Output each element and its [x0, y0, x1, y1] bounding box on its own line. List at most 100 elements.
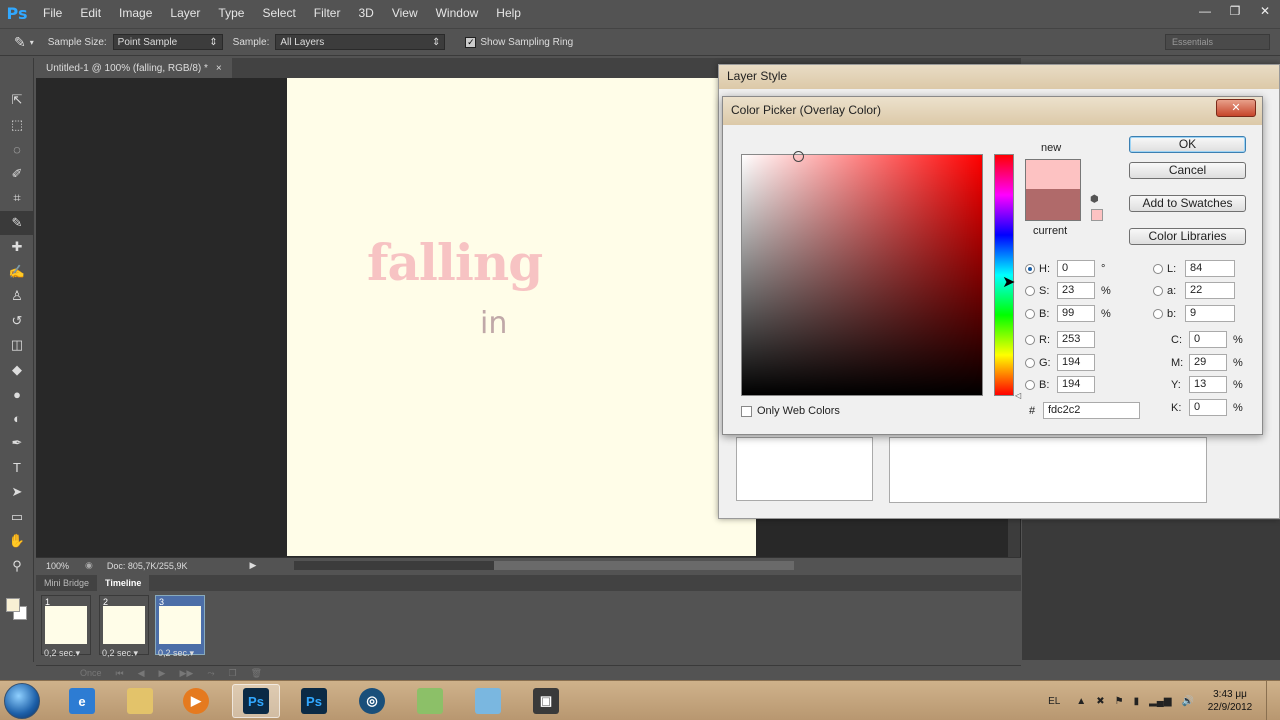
- frame-delay[interactable]: 0,2 sec.▾: [44, 648, 80, 659]
- blur-tool-icon[interactable]: ●: [0, 382, 34, 407]
- clock[interactable]: 3:43 μμ 22/9/2012: [1200, 688, 1260, 714]
- cancel-button[interactable]: Cancel: [1129, 162, 1246, 179]
- pen-tool-icon[interactable]: ✒: [0, 431, 34, 456]
- saturation-radio[interactable]: [1025, 285, 1035, 296]
- shape-tool-icon[interactable]: ▭: [0, 505, 34, 530]
- web-safe-color-swatch[interactable]: [1091, 209, 1103, 221]
- only-web-colors-checkbox[interactable]: [741, 405, 752, 417]
- menu-file[interactable]: File: [34, 6, 71, 20]
- lab-l-radio[interactable]: [1153, 263, 1163, 274]
- history-brush-tool-icon[interactable]: ↺: [0, 309, 34, 334]
- first-frame-icon[interactable]: ⏮: [116, 668, 124, 679]
- saturation-input[interactable]: 23: [1057, 282, 1095, 299]
- blue-input[interactable]: 194: [1057, 376, 1095, 393]
- color-libraries-button[interactable]: Color Libraries: [1129, 228, 1246, 245]
- close-button[interactable]: ✕: [1250, 0, 1280, 22]
- taskbar-app-globe[interactable]: ◎: [348, 684, 396, 718]
- show-desktop-button[interactable]: [1266, 681, 1280, 720]
- cyan-input[interactable]: 0: [1189, 331, 1227, 348]
- black-input[interactable]: 0: [1189, 399, 1227, 416]
- taskbar-app-blue[interactable]: [464, 684, 512, 718]
- foreground-color-swatch[interactable]: [6, 598, 20, 612]
- brightness-input[interactable]: 99: [1057, 305, 1095, 322]
- menu-type[interactable]: Type: [209, 6, 253, 20]
- menu-image[interactable]: Image: [110, 6, 161, 20]
- frame-delay[interactable]: 0,2 sec.▾: [102, 648, 138, 659]
- clone-stamp-tool-icon[interactable]: ♙: [0, 284, 34, 309]
- red-radio[interactable]: [1025, 334, 1035, 345]
- taskbar-ie[interactable]: e: [58, 684, 106, 718]
- document-canvas[interactable]: falling in: [287, 78, 756, 556]
- document-tab[interactable]: Untitled-1 @ 100% (falling, RGB/8) * ×: [36, 58, 232, 78]
- marquee-tool-icon[interactable]: ⬚: [0, 113, 34, 138]
- lab-l-input[interactable]: 84: [1185, 260, 1235, 277]
- network-icon[interactable]: ✖: [1096, 696, 1104, 707]
- taskbar-photoshop-active[interactable]: Ps: [232, 684, 280, 718]
- ok-button[interactable]: OK: [1129, 136, 1246, 153]
- green-input[interactable]: 194: [1057, 354, 1095, 371]
- current-color-swatch[interactable]: [1025, 189, 1081, 221]
- yellow-input[interactable]: 13: [1189, 376, 1227, 393]
- taskbar-app-green[interactable]: [406, 684, 454, 718]
- lab-a-input[interactable]: 22: [1185, 282, 1235, 299]
- eraser-tool-icon[interactable]: ◫: [0, 333, 34, 358]
- show-hidden-icons-icon[interactable]: ▲: [1076, 696, 1086, 707]
- menu-3d[interactable]: 3D: [349, 6, 382, 20]
- hex-input[interactable]: fdc2c2: [1043, 402, 1140, 419]
- language-indicator[interactable]: EL: [1048, 696, 1060, 707]
- dodge-tool-icon[interactable]: ◐: [0, 407, 34, 432]
- duplicate-frame-icon[interactable]: ❐: [229, 668, 237, 679]
- magenta-input[interactable]: 29: [1189, 354, 1227, 371]
- flag-icon[interactable]: ⚑: [1115, 696, 1124, 707]
- brightness-radio[interactable]: [1025, 308, 1035, 319]
- lasso-tool-icon[interactable]: ◌: [0, 137, 34, 162]
- taskbar-app-camera[interactable]: ▣: [522, 684, 570, 718]
- add-to-swatches-button[interactable]: Add to Swatches: [1129, 195, 1246, 212]
- brush-tool-icon[interactable]: ✍: [0, 260, 34, 285]
- timeline-frame[interactable]: 2 0,2 sec.▾: [99, 595, 149, 658]
- lab-b-radio[interactable]: [1153, 308, 1163, 319]
- horizontal-scroll-thumb[interactable]: [494, 561, 794, 570]
- taskbar-photoshop[interactable]: Ps: [290, 684, 338, 718]
- taskbar-media-player[interactable]: ▶: [172, 684, 220, 718]
- menu-help[interactable]: Help: [487, 6, 530, 20]
- move-tool-icon[interactable]: ⇱: [0, 88, 34, 113]
- hand-tool-icon[interactable]: ✋: [0, 529, 34, 554]
- eyedropper-icon[interactable]: ✎: [14, 34, 26, 51]
- delete-frame-icon[interactable]: 🗑: [251, 668, 262, 679]
- type-tool-icon[interactable]: T: [0, 456, 34, 481]
- hue-slider-handle-icon[interactable]: ◁: [1015, 391, 1021, 400]
- workspace-switcher[interactable]: Essentials: [1165, 34, 1270, 50]
- zoom-tool-icon[interactable]: ⚲: [0, 554, 34, 579]
- quick-select-tool-icon[interactable]: ✐: [0, 162, 34, 187]
- menu-edit[interactable]: Edit: [71, 6, 110, 20]
- green-radio[interactable]: [1025, 357, 1035, 368]
- status-info-icon[interactable]: ◉: [85, 560, 93, 571]
- restore-button[interactable]: ❐: [1220, 0, 1250, 22]
- zoom-level[interactable]: 100%: [46, 561, 69, 571]
- blue-radio[interactable]: [1025, 379, 1035, 390]
- menu-layer[interactable]: Layer: [161, 6, 209, 20]
- path-selection-tool-icon[interactable]: ➤: [0, 480, 34, 505]
- hue-input[interactable]: 0: [1057, 260, 1095, 277]
- loop-select[interactable]: Once: [80, 668, 102, 678]
- red-input[interactable]: 253: [1057, 331, 1095, 348]
- menu-select[interactable]: Select: [253, 6, 304, 20]
- healing-brush-tool-icon[interactable]: ✚: [0, 235, 34, 260]
- tab-timeline[interactable]: Timeline: [97, 575, 150, 591]
- minimize-button[interactable]: —: [1190, 0, 1220, 22]
- frame-delay[interactable]: 0,2 sec.▾: [158, 648, 194, 659]
- lab-b-input[interactable]: 9: [1185, 305, 1235, 322]
- tool-preset-chevron-icon[interactable]: ▾: [30, 38, 34, 47]
- status-menu-arrow-icon[interactable]: ▶: [249, 560, 256, 571]
- sample-size-select[interactable]: Point Sample ⇕: [112, 34, 223, 50]
- eyedropper-tool-icon[interactable]: ✎: [0, 210, 34, 235]
- show-sampling-ring-checkbox[interactable]: ✓: [465, 36, 477, 48]
- close-tab-icon[interactable]: ×: [216, 63, 222, 74]
- menu-view[interactable]: View: [383, 6, 427, 20]
- sample-select[interactable]: All Layers ⇕: [275, 34, 446, 50]
- color-picker-close-button[interactable]: ✕: [1216, 99, 1256, 117]
- tab-mini-bridge[interactable]: Mini Bridge: [36, 575, 97, 591]
- saturation-brightness-field[interactable]: [741, 151, 983, 396]
- paint-bucket-tool-icon[interactable]: ◆: [0, 358, 34, 383]
